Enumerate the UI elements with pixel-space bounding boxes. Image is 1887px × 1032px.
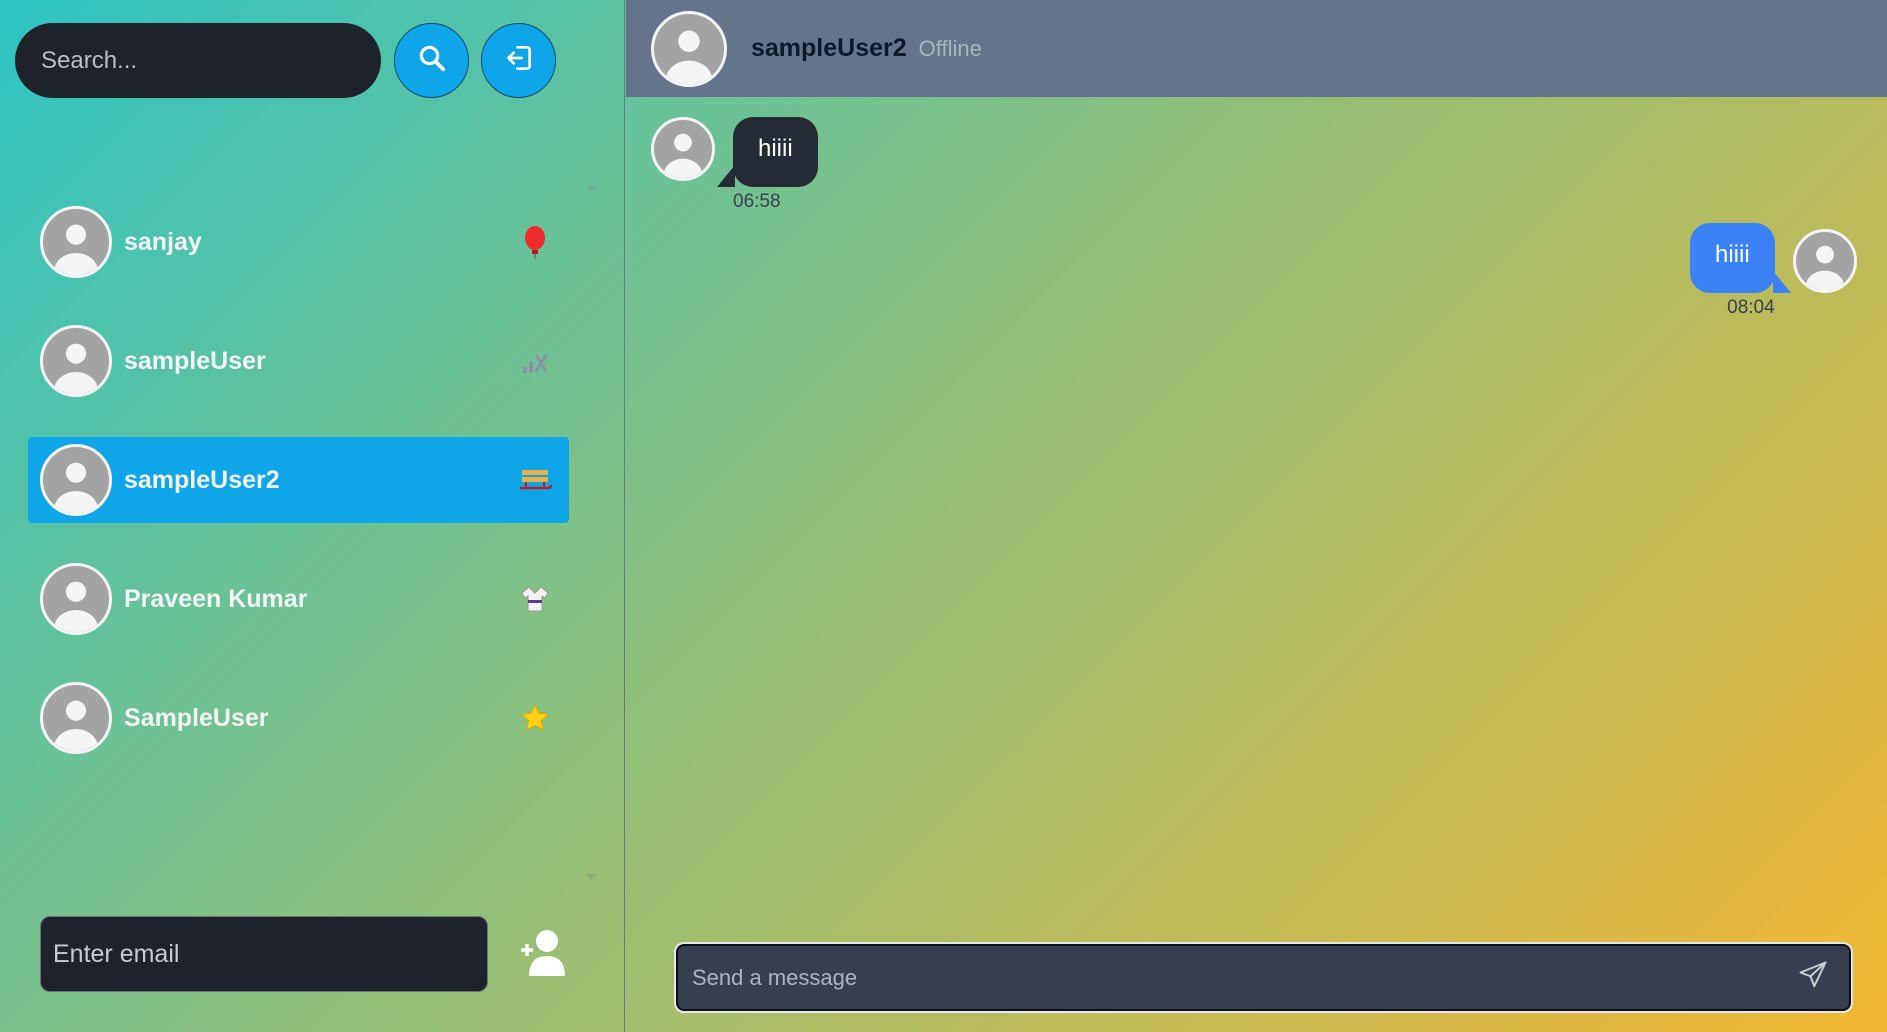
message-composer	[674, 942, 1853, 1013]
avatar	[40, 206, 112, 278]
sender-avatar	[651, 117, 715, 181]
message-time: 08:04	[1727, 297, 1775, 318]
scroll-down-arrow[interactable]	[585, 874, 597, 880]
message-bubble: hiiii	[717, 117, 818, 187]
user-name: SampleUser	[124, 703, 269, 732]
send-button[interactable]	[1793, 958, 1833, 998]
own-avatar	[1793, 229, 1857, 293]
red-balloon-icon	[517, 224, 553, 260]
send-icon	[1798, 960, 1828, 995]
add-user-button[interactable]	[515, 928, 571, 980]
avatar	[40, 325, 112, 397]
user-list-item-active[interactable]: sampleUser2	[28, 437, 569, 523]
logout-icon	[503, 42, 535, 79]
user-list-item[interactable]: Praveen Kumar	[28, 556, 569, 642]
martial-arts-uniform-icon	[517, 581, 553, 617]
add-user-icon	[515, 930, 571, 984]
no-signal-icon	[517, 343, 553, 379]
search-button[interactable]	[394, 23, 469, 98]
message-outgoing: hiiii 08:04	[1690, 223, 1791, 319]
contact-avatar	[651, 10, 727, 87]
scroll-up-arrow[interactable]	[585, 184, 597, 190]
user-name: sampleUser	[124, 346, 266, 375]
user-name: sanjay	[124, 227, 202, 256]
user-name: sampleUser2	[124, 465, 280, 494]
message-incoming: hiiii 06:58	[651, 117, 818, 212]
user-list-item[interactable]: SampleUser	[28, 675, 569, 761]
search-input[interactable]	[15, 23, 381, 98]
add-user-email-box	[40, 916, 488, 992]
message-bubble: hiiii	[1690, 223, 1791, 293]
user-name: Praveen Kumar	[124, 584, 308, 613]
search-icon	[417, 43, 447, 78]
sidebar: sanjay sampleUser sampleUser2	[0, 0, 625, 1032]
sled-icon	[517, 462, 553, 498]
avatar	[40, 563, 112, 635]
chat-header: sampleUser2 Offline	[626, 0, 1887, 97]
logout-button[interactable]	[481, 23, 556, 98]
add-user-email-input[interactable]	[41, 917, 487, 991]
contact-status: Offline	[918, 35, 982, 61]
message-time: 06:58	[733, 191, 781, 212]
user-list-item[interactable]: sampleUser	[28, 318, 569, 404]
user-list: sanjay sampleUser sampleUser2 Praveen Ku…	[28, 199, 569, 794]
star-icon	[517, 700, 553, 736]
avatar	[40, 682, 112, 754]
search-box	[15, 23, 381, 98]
contact-name: sampleUser2	[751, 34, 907, 62]
avatar	[40, 444, 112, 516]
message-input[interactable]	[678, 946, 1793, 1009]
user-list-item[interactable]: sanjay	[28, 199, 569, 285]
